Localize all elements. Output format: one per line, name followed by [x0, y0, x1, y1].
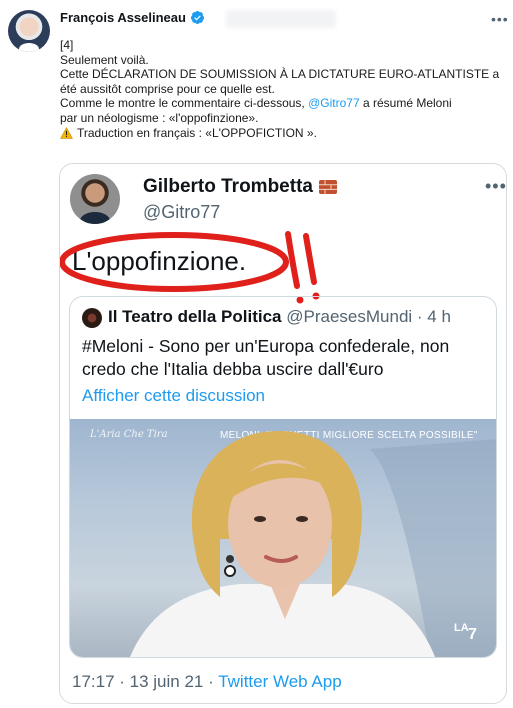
quoted-handle-time: @PraesesMundi · 4 h	[286, 307, 451, 326]
author-row: François Asselineau	[60, 10, 205, 25]
tweet-line: Comme le montre le commentaire ci-dessou…	[60, 96, 500, 111]
brick-emoji-icon	[318, 180, 337, 194]
quoted-author-avatar	[82, 308, 102, 328]
svg-text:LA: LA	[454, 622, 469, 634]
tweet-line: Traduction en français : «L'OPPOFICTION …	[60, 126, 500, 141]
la7-logo-icon: LA 7	[454, 622, 477, 641]
tweet-text-segment: a résumé Meloni	[359, 96, 452, 111]
warning-icon	[60, 126, 73, 139]
tweet-line: par un néologisme : «l'oppofinzione».	[60, 110, 259, 125]
svg-text:7: 7	[468, 626, 477, 641]
show-thread-link: Afficher cette discussion	[82, 386, 265, 405]
embedded-tweet-text: L'oppofinzione.	[72, 246, 247, 276]
embedded-author-avatar	[70, 174, 120, 224]
quoted-header: Il Teatro della Politica @PraesesMundi ·…	[108, 307, 451, 327]
video-frame: L'Aria Che Tira MELONI: "MICHETTI MIGLIO…	[70, 419, 496, 657]
quoted-tweet: Il Teatro della Politica @PraesesMundi ·…	[69, 296, 497, 658]
embedded-author-handle: @Gitro77	[143, 202, 221, 222]
more-options-icon[interactable]: •••	[491, 11, 509, 27]
tweet-text-segment: Traduction en français : «L'OPPOFICTION …	[77, 125, 317, 140]
author-avatar[interactable]	[8, 10, 50, 52]
verified-badge-icon	[190, 10, 205, 25]
tweet-text: [4] Seulement voilà. Cette DÉCLARATION D…	[60, 38, 500, 140]
outer-tweet: François Asselineau ••• [4] Seulement vo…	[0, 0, 513, 708]
embedded-author-row: Gilberto Trombetta	[143, 176, 337, 198]
video-person-illustration	[130, 430, 496, 657]
embedded-tweet-image[interactable]: Gilberto Trombetta @Gitro77 ••• L'oppofi…	[59, 163, 507, 704]
tweet-line: Cette DÉCLARATION DE SOUMISSION À LA DIC…	[60, 67, 500, 82]
blurred-handle	[226, 10, 336, 28]
tweet-line: été aussitôt comprise pour ce quelle est…	[60, 81, 275, 96]
tweet-text-segment: Comme le montre le commentaire ci-dessou…	[60, 96, 309, 111]
quoted-author-name: Il Teatro della Politica	[108, 307, 282, 326]
embedded-author-name: Gilberto Trombetta	[143, 176, 313, 197]
source-app: Twitter Web App	[218, 672, 342, 691]
author-name[interactable]: François Asselineau	[60, 10, 186, 25]
tweet-line: Seulement voilà.	[60, 52, 149, 67]
embedded-timestamp: 17:17 · 13 juin 21 · Twitter Web App	[72, 672, 342, 692]
quoted-text: #Meloni - Sono per un'Europa confederale…	[82, 336, 450, 379]
tweet-line: [4]	[60, 38, 74, 52]
more-options-icon: •••	[485, 176, 507, 196]
mention-link[interactable]: @Gitro77	[308, 96, 360, 110]
timestamp-text: 17:17 · 13 juin 21 ·	[72, 672, 219, 691]
